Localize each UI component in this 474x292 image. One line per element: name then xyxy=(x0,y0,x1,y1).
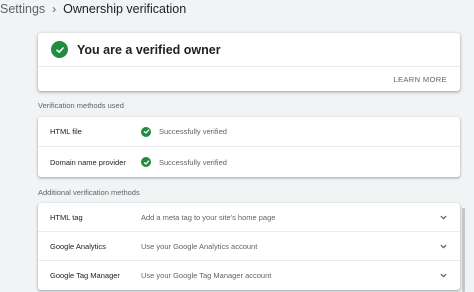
methods-used-label: Verification methods used xyxy=(38,101,124,110)
verified-owner-header: You are a verified owner xyxy=(38,33,460,67)
method-description: Use your Google Analytics account xyxy=(141,241,258,251)
method-name: HTML tag xyxy=(50,212,83,222)
method-name: Google Analytics xyxy=(50,241,106,251)
additional-row-google-analytics[interactable]: Google Analytics Use your Google Analyti… xyxy=(38,232,460,261)
method-description: Use your Google Tag Manager account xyxy=(141,271,272,280)
method-status: Successfully verified xyxy=(141,126,227,137)
chevron-down-icon[interactable] xyxy=(439,213,448,222)
method-status-text: Successfully verified xyxy=(159,127,227,136)
check-circle-icon xyxy=(141,126,151,137)
breadcrumb-settings[interactable]: Settings xyxy=(0,2,45,16)
additional-methods-label: Additional verification methods xyxy=(38,188,140,197)
check-circle-icon xyxy=(51,41,68,58)
method-status-text: Successfully verified xyxy=(159,157,227,167)
additional-row-html-tag[interactable]: HTML tag Add a meta tag to your site's h… xyxy=(38,203,460,232)
page-title: Ownership verification xyxy=(63,1,187,16)
header: Settings › Ownership verification xyxy=(0,0,474,17)
verified-owner-title: You are a verified owner xyxy=(77,42,221,57)
learn-more-link[interactable]: LEARN MORE xyxy=(393,75,447,84)
method-row-domain-name-provider: Domain name provider Successfully verifi… xyxy=(38,147,460,177)
chevron-down-icon[interactable] xyxy=(439,242,448,251)
method-status: Successfully verified xyxy=(141,157,227,167)
additional-row-google-tag-manager[interactable]: Google Tag Manager Use your Google Tag M… xyxy=(38,261,460,290)
chevron-right-icon: › xyxy=(52,1,57,16)
scrollbar[interactable] xyxy=(462,208,465,292)
methods-used-list: HTML file Successfully verified Domain n… xyxy=(38,117,460,177)
verified-owner-footer: LEARN MORE xyxy=(38,67,460,91)
method-name: HTML file xyxy=(50,127,82,136)
method-name: Google Tag Manager xyxy=(50,271,120,280)
method-name: Domain name provider xyxy=(50,157,126,167)
verified-owner-card: You are a verified owner LEARN MORE xyxy=(38,33,460,91)
additional-methods-list: HTML tag Add a meta tag to your site's h… xyxy=(38,203,460,290)
chevron-down-icon[interactable] xyxy=(439,271,448,280)
method-row-html-file: HTML file Successfully verified xyxy=(38,117,460,147)
check-circle-icon xyxy=(141,157,151,167)
method-description: Add a meta tag to your site's home page xyxy=(141,212,276,222)
